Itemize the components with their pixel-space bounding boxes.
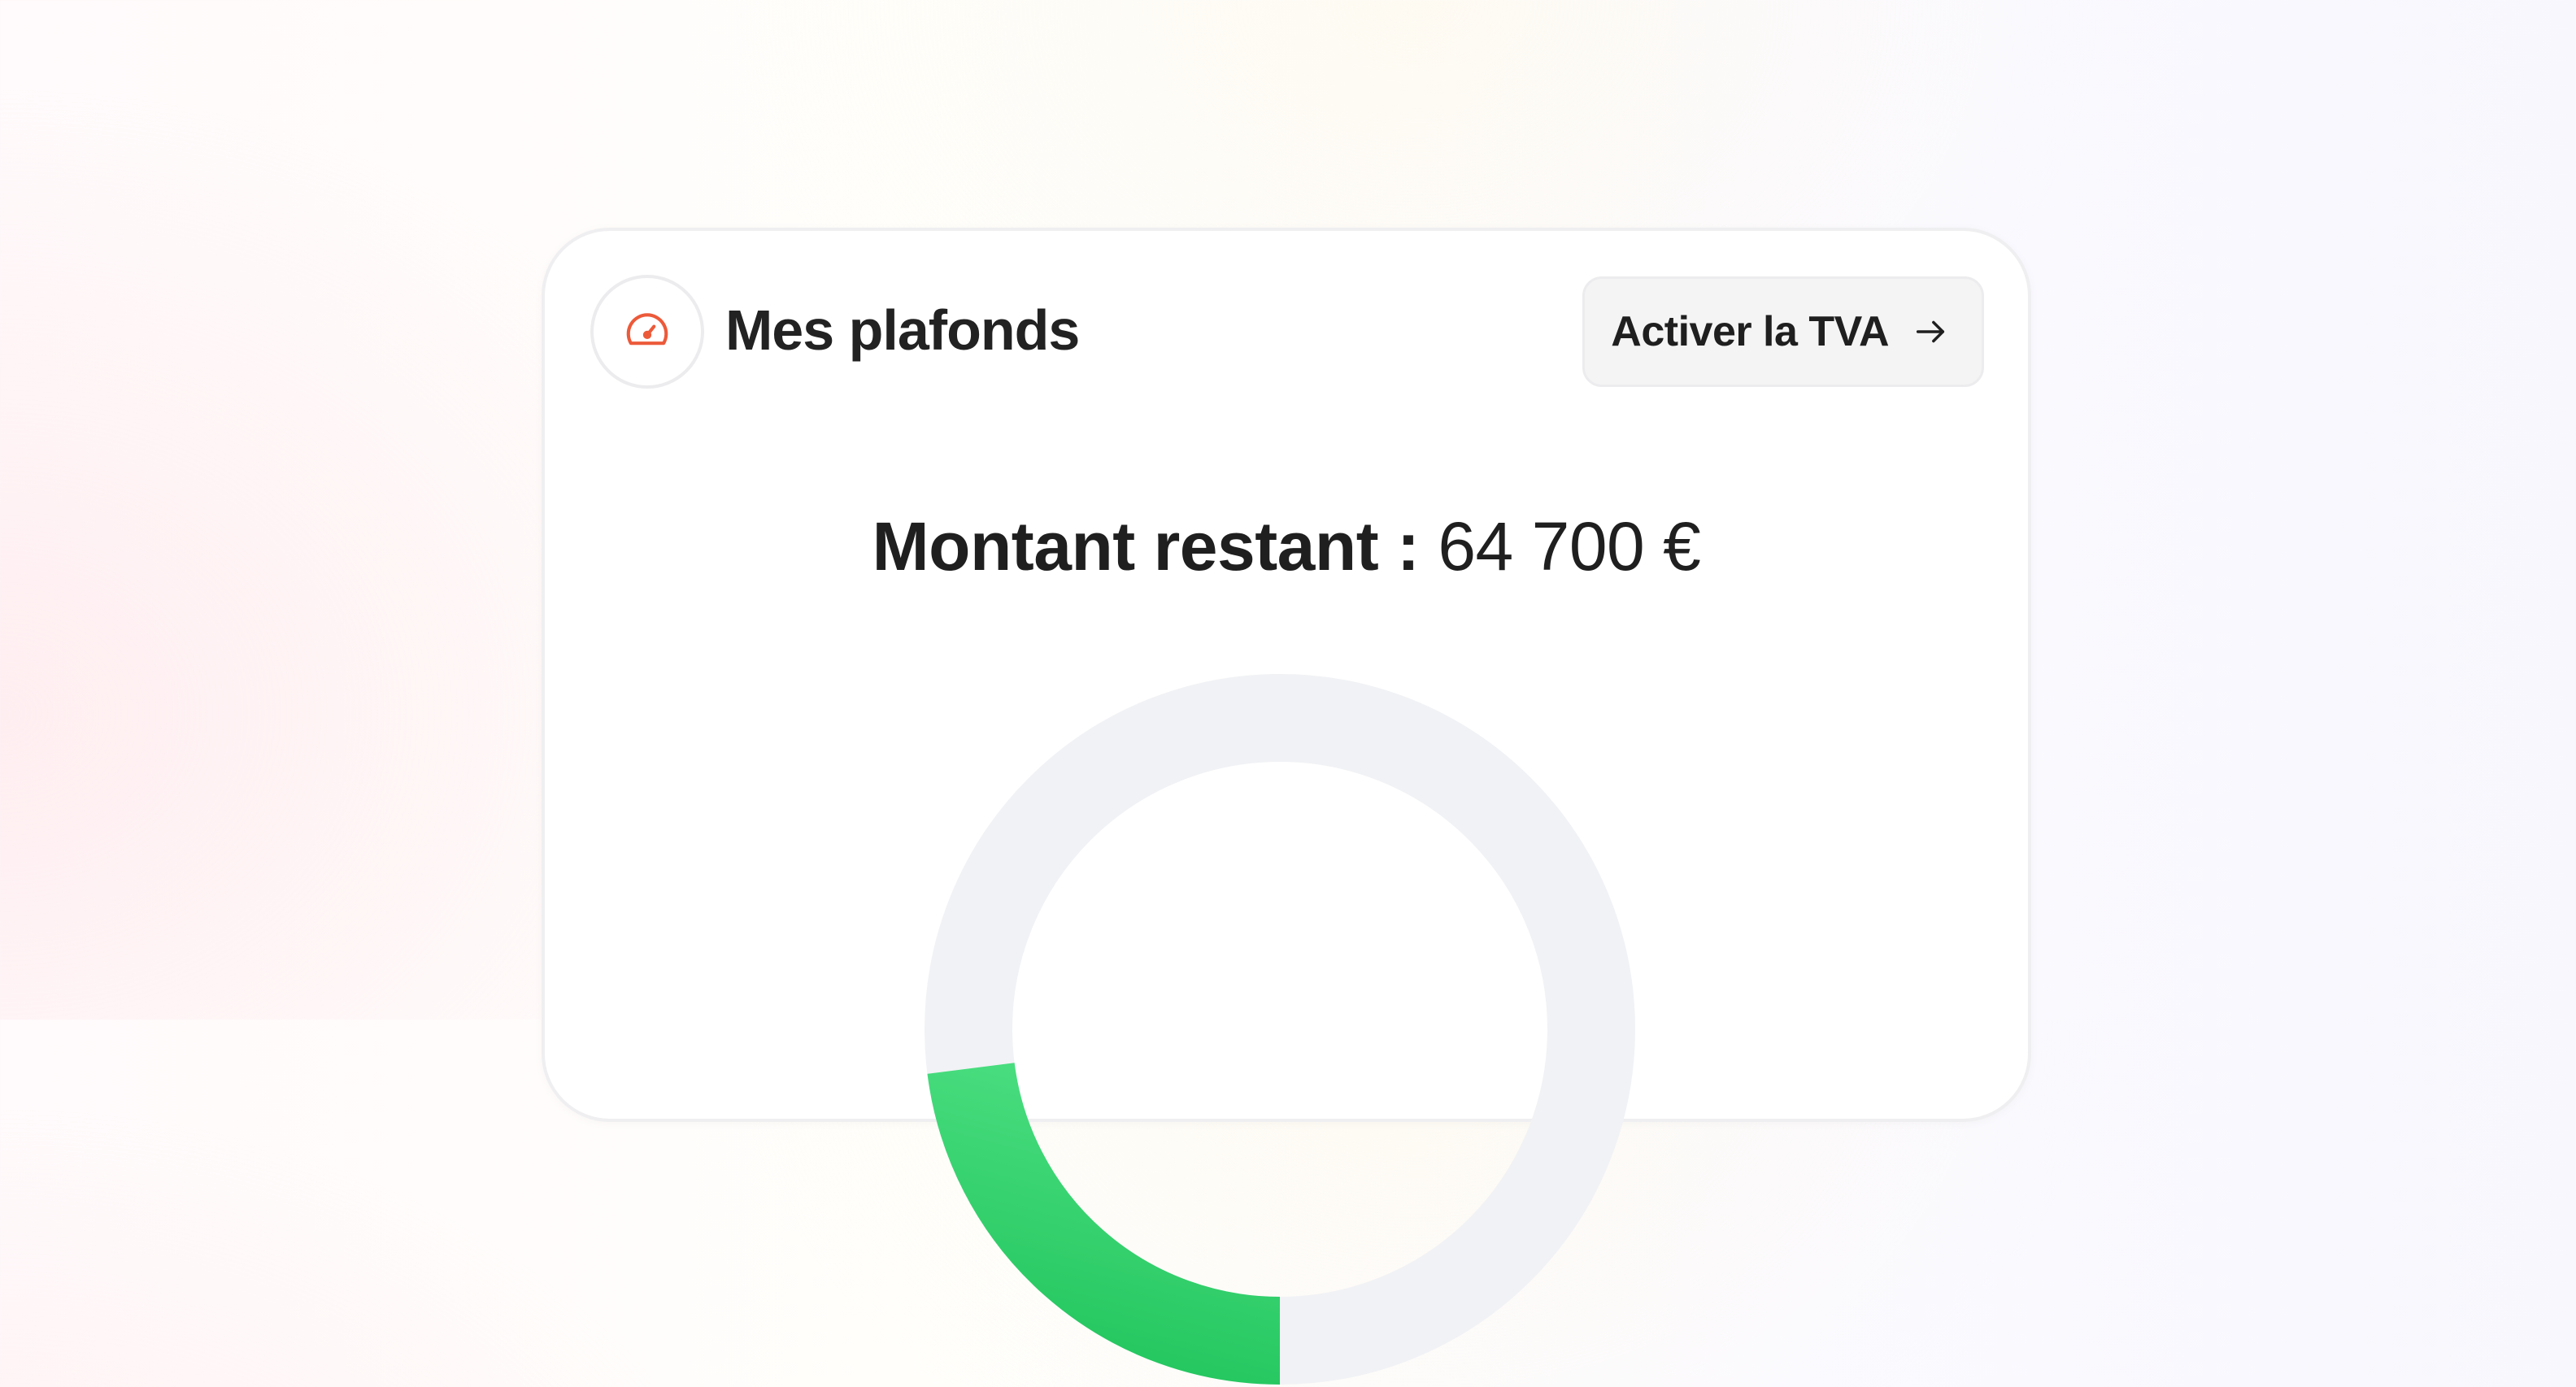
activate-vat-button[interactable]: Activer la TVA [1582, 276, 1984, 387]
gauge-progress-arc [927, 1062, 1281, 1385]
activate-vat-label: Activer la TVA [1611, 308, 1889, 355]
arrow-right-icon [1912, 313, 1949, 350]
ceiling-gauge [925, 674, 1635, 1385]
remaining-amount: Montant restant : 64 700 € [545, 506, 2028, 588]
speedometer-icon [590, 275, 704, 389]
remaining-value: 64 700 € [1438, 508, 1701, 585]
card-title: Mes plafonds [725, 298, 1080, 362]
remaining-label: Montant restant : [872, 508, 1420, 585]
plafonds-card: Mes plafonds Activer la TVA Montant rest… [542, 228, 2031, 1385]
